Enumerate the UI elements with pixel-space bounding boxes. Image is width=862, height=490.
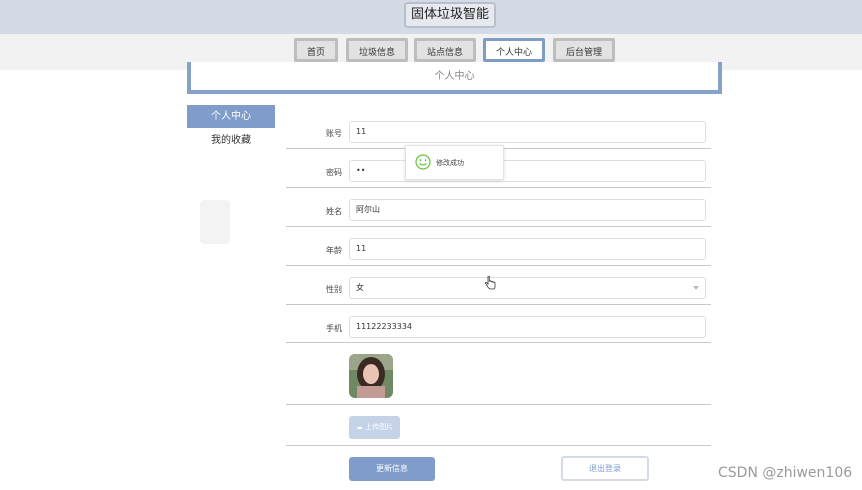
password-label: 密码 bbox=[326, 168, 342, 177]
ghost-block bbox=[200, 200, 230, 244]
page-heading-box: 个人中心 bbox=[187, 62, 722, 94]
upload-image-button[interactable]: ☁ 上传图片 bbox=[349, 416, 400, 439]
avatar-image bbox=[349, 354, 393, 398]
nav-home[interactable]: 首页 bbox=[294, 38, 338, 62]
phone-label: 手机 bbox=[326, 324, 342, 333]
sidebar-item-personal-center[interactable]: 个人中心 bbox=[187, 105, 275, 128]
nav-personal-center[interactable]: 个人中心 bbox=[483, 38, 545, 62]
page-title: 个人中心 bbox=[434, 71, 475, 82]
nav-garbage-info[interactable]: 垃圾信息 bbox=[346, 38, 408, 62]
age-field[interactable]: 11 bbox=[349, 238, 706, 260]
nav-station-info[interactable]: 站点信息 bbox=[414, 38, 476, 62]
row-divider bbox=[286, 404, 711, 405]
row-divider bbox=[286, 265, 711, 266]
account-field[interactable]: 11 bbox=[349, 121, 706, 143]
update-info-button[interactable]: 更新信息 bbox=[349, 457, 435, 481]
logout-button[interactable]: 退出登录 bbox=[561, 456, 649, 481]
row-divider bbox=[286, 226, 711, 227]
success-toast: 修改成功 bbox=[405, 145, 504, 180]
row-divider bbox=[286, 187, 711, 188]
row-divider bbox=[286, 342, 711, 343]
smile-icon bbox=[415, 154, 431, 170]
phone-field[interactable]: 11122233334 bbox=[349, 316, 706, 338]
password-field[interactable]: •• bbox=[349, 160, 706, 182]
avatar bbox=[349, 354, 393, 398]
gender-label: 性别 bbox=[326, 285, 342, 294]
age-label: 年龄 bbox=[326, 246, 342, 255]
hand-cursor-icon bbox=[485, 276, 496, 290]
nav-admin[interactable]: 后台管理 bbox=[553, 38, 615, 62]
toast-message: 修改成功 bbox=[436, 159, 464, 167]
account-label: 账号 bbox=[326, 129, 342, 138]
gender-select[interactable]: 女 bbox=[349, 277, 706, 299]
sidebar-item-favorites[interactable]: 我的收藏 bbox=[187, 129, 275, 152]
gender-value: 女 bbox=[356, 283, 364, 292]
row-divider bbox=[286, 445, 711, 446]
row-divider bbox=[286, 304, 711, 305]
name-label: 姓名 bbox=[326, 207, 342, 216]
upload-label: 上传图片 bbox=[365, 423, 394, 431]
name-field[interactable]: 阿尔山 bbox=[349, 199, 706, 221]
watermark: CSDN @zhiwen106 bbox=[718, 465, 853, 481]
cloud-upload-icon: ☁ bbox=[355, 423, 363, 431]
site-title: 固体垃圾智能 bbox=[404, 2, 497, 28]
chevron-down-icon bbox=[693, 286, 699, 290]
